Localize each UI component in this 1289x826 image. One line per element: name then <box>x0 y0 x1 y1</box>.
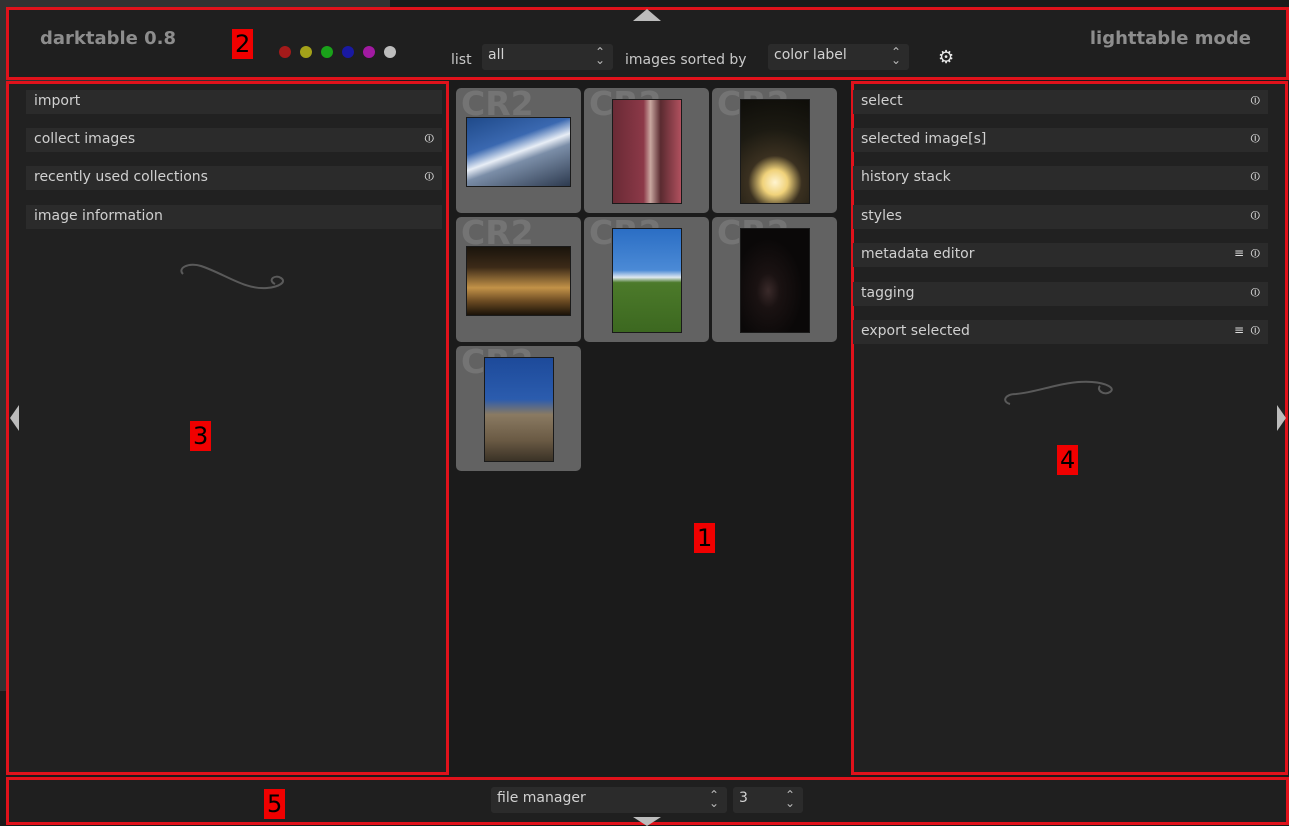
color-dot-purple[interactable] <box>363 46 375 58</box>
spinner-icon: ⌃ ⌄ <box>784 788 795 810</box>
collapse-top-arrow-icon[interactable] <box>633 9 661 21</box>
thumbnail[interactable]: CR2 <box>712 88 837 213</box>
module-label: export selected <box>861 323 970 339</box>
module-label: metadata editor <box>861 246 975 262</box>
color-dot-green[interactable] <box>321 46 333 58</box>
color-dot-gray[interactable] <box>384 46 396 58</box>
thumbnail[interactable]: CR2 <box>456 88 581 213</box>
module-label: select <box>861 93 903 109</box>
reset-icon[interactable]: ⏼ <box>1251 323 1261 338</box>
spinner-icon: ⌃ ⌄ <box>708 788 719 810</box>
module-select[interactable]: select ⏼ <box>853 90 1268 114</box>
module-label: import <box>34 93 81 109</box>
color-dot-blue[interactable] <box>342 46 354 58</box>
module-image-information[interactable]: image information <box>26 205 442 229</box>
list-filter-select[interactable]: all ⌃ ⌄ <box>482 44 613 70</box>
region-label-5: 5 <box>264 789 286 819</box>
module-export-selected[interactable]: export selected ≡ ⏼ <box>853 320 1268 344</box>
sort-select[interactable]: color label ⌃ ⌄ <box>768 44 909 70</box>
thumbnail[interactable]: CR2 <box>584 88 709 213</box>
presets-icon[interactable]: ≡ <box>1234 323 1244 337</box>
module-label: tagging <box>861 285 915 301</box>
reset-icon[interactable]: ⏼ <box>1251 246 1261 261</box>
collapse-left-arrow-icon[interactable] <box>10 405 19 431</box>
module-label: recently used collections <box>34 169 208 185</box>
module-styles[interactable]: styles ⏼ <box>853 205 1268 229</box>
color-dot-red[interactable] <box>279 46 291 58</box>
app-title: darktable 0.8 <box>40 28 177 49</box>
module-metadata-editor[interactable]: metadata editor ≡ ⏼ <box>853 243 1268 267</box>
collapse-right-arrow-icon[interactable] <box>1277 405 1286 431</box>
zoom-stepper[interactable]: 3 ⌃ ⌄ <box>733 787 803 813</box>
thumbnail-image <box>740 228 810 333</box>
thumbnail-image <box>484 357 554 462</box>
module-collect-images[interactable]: collect images ⏼ <box>26 128 442 152</box>
module-recently-used-collections[interactable]: recently used collections ⏼ <box>26 166 442 190</box>
presets-icon[interactable]: ≡ <box>1234 246 1244 260</box>
sort-value: color label <box>774 47 847 63</box>
list-filter-value: all <box>488 47 505 63</box>
color-label-filter <box>279 46 396 58</box>
panel-end-swirl-icon <box>180 263 285 290</box>
sort-label: images sorted by <box>625 52 747 68</box>
view-select-value: file manager <box>497 790 586 806</box>
module-label: collect images <box>34 131 136 147</box>
reset-icon[interactable]: ⏼ <box>1251 93 1261 108</box>
spinner-icon: ⌃ ⌄ <box>890 45 901 67</box>
thumbnail[interactable]: CR2 <box>712 217 837 342</box>
module-tagging[interactable]: tagging ⏼ <box>853 282 1268 306</box>
reset-icon[interactable]: ⏼ <box>1251 169 1261 184</box>
reset-icon[interactable]: ⏼ <box>425 169 435 184</box>
thumbnail-image <box>466 246 571 316</box>
region-label-2: 2 <box>232 29 254 59</box>
color-dot-yellow[interactable] <box>300 46 312 58</box>
module-label: styles <box>861 208 902 224</box>
thumbnail-image <box>466 117 571 187</box>
mode-title: lighttable mode <box>1089 28 1251 49</box>
region-label-3: 3 <box>190 421 212 451</box>
module-history-stack[interactable]: history stack ⏼ <box>853 166 1268 190</box>
region-label-1: 1 <box>694 523 716 553</box>
spinner-icon: ⌃ ⌄ <box>594 45 605 67</box>
reset-icon[interactable]: ⏼ <box>1251 131 1261 146</box>
reset-icon[interactable]: ⏼ <box>1251 285 1261 300</box>
reset-icon[interactable]: ⏼ <box>1251 208 1261 223</box>
zoom-value: 3 <box>739 790 748 806</box>
region-label-4: 4 <box>1057 445 1079 475</box>
gear-icon[interactable]: ⚙ <box>938 47 954 68</box>
thumbnail-image <box>740 99 810 204</box>
module-label: selected image[s] <box>861 131 987 147</box>
thumbnail-image <box>612 228 682 333</box>
view-select[interactable]: file manager ⌃ ⌄ <box>491 787 727 813</box>
thumbnail-image <box>612 99 682 204</box>
module-label: history stack <box>861 169 951 185</box>
module-label: image information <box>34 208 163 224</box>
thumbnail[interactable]: CR2 <box>456 217 581 342</box>
panel-end-swirl-icon <box>1004 380 1113 405</box>
thumbnail[interactable]: CR2 <box>456 346 581 471</box>
list-label: list <box>451 52 472 68</box>
module-import[interactable]: import <box>26 90 442 114</box>
thumbnail[interactable]: CR2 <box>584 217 709 342</box>
reset-icon[interactable]: ⏼ <box>425 131 435 146</box>
module-selected-images[interactable]: selected image[s] ⏼ <box>853 128 1268 152</box>
